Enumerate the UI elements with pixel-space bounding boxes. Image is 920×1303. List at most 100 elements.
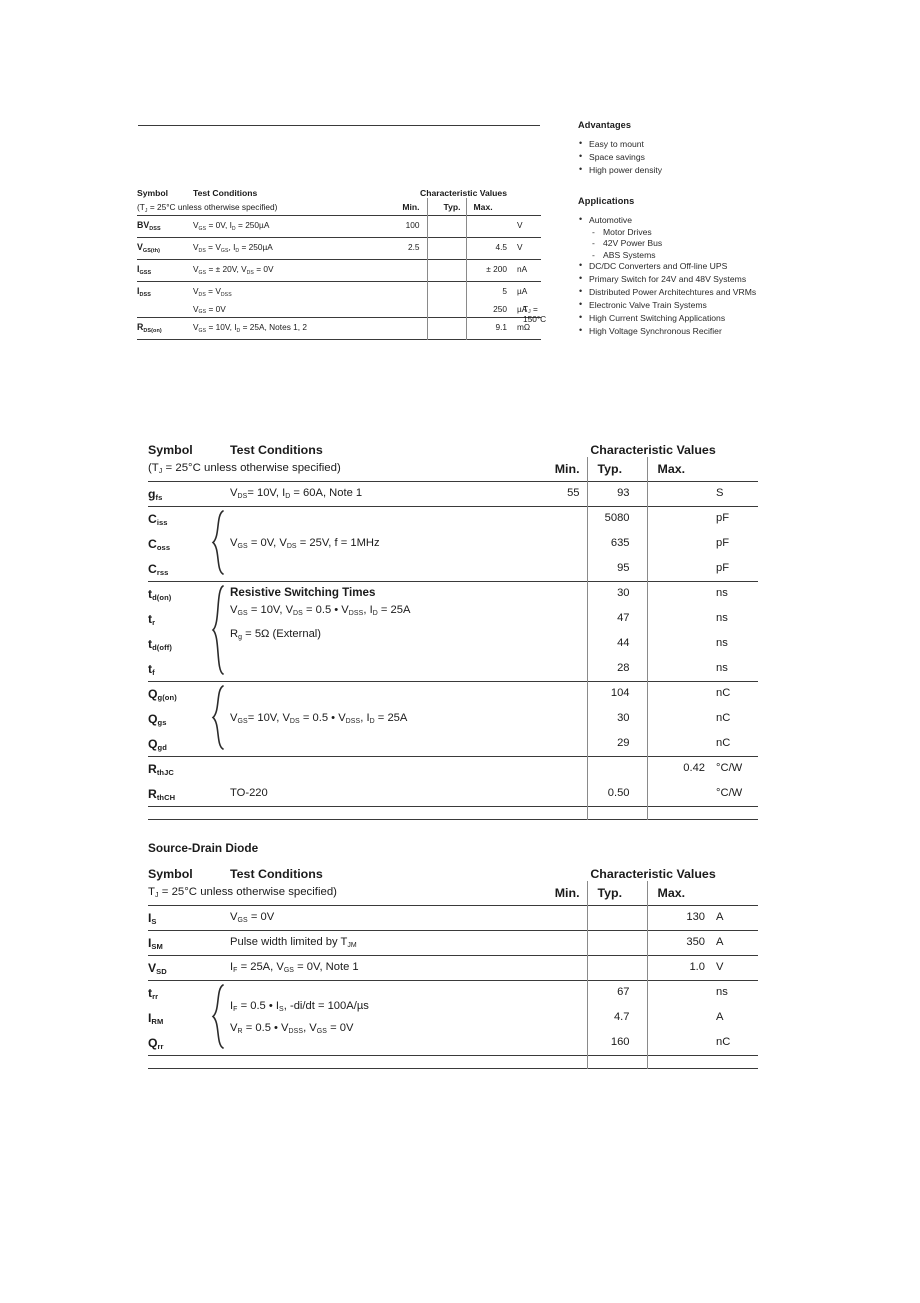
row-unit: pF <box>716 536 730 549</box>
row-min-cont <box>386 304 427 318</box>
application-label: Distributed Power Architechtures and VRM… <box>589 287 757 298</box>
row-min <box>542 557 587 582</box>
header-typ: Typ. <box>586 457 648 482</box>
row-conditions-cont: VGS = 0V TJ = 150°C <box>193 303 547 324</box>
row-typ: 47 <box>586 606 648 632</box>
row-conditions: VGS = 10V, ID = 25A, Notes 1, 2 <box>193 317 386 340</box>
table-row: gfs VDS= 10V, ID = 60A, Note 1 55 93 S <box>148 481 759 507</box>
row-min <box>386 281 427 304</box>
table-row: IDSS VDS = VDSS 5 µA <box>137 281 542 304</box>
header-min: Min. <box>402 202 420 212</box>
table-row: Ciss VGS = 0V, VDS = 25V, f = 1MHz 5080 pF <box>148 506 759 582</box>
row-brace-empty <box>206 955 231 981</box>
row-brace-empty <box>206 905 231 931</box>
row-max-cont: 250 <box>465 303 514 318</box>
advantage-label: Easy to mount <box>589 139 644 149</box>
row-unit: °C/W <box>716 786 743 799</box>
grouping-brace-icon <box>210 983 226 1050</box>
row-typ <box>586 930 648 956</box>
row-min <box>386 317 427 340</box>
table-row: trr IF = 0.5 • IS, -di/dt = 100A/µs VR = 0… <box>148 980 759 1056</box>
row-symbol: IS <box>148 905 206 931</box>
header-max: Max. <box>465 198 514 216</box>
row-symbol: ISM <box>148 930 206 956</box>
row-max <box>646 631 711 657</box>
row-symbol: Ciss <box>148 506 206 532</box>
row-min: 55 <box>542 481 588 507</box>
header-unit-spacer <box>514 198 541 216</box>
row-symbol: gfs <box>148 481 206 507</box>
row-min <box>542 1031 587 1056</box>
diode-table: Symbol Test Conditions Characteristic Valu… <box>148 862 759 1069</box>
row-symbol: td(on) <box>148 581 206 607</box>
row-max <box>465 215 514 238</box>
row-typ <box>586 905 648 931</box>
row-unit: S <box>710 481 759 507</box>
small-table: Symbol Test Conditions Characteristic Valu… <box>137 184 547 340</box>
row-condition-line: Pulse width limited by TJM <box>230 936 357 950</box>
row-symbol: IDSS <box>137 281 193 304</box>
row-typ: 635 <box>586 531 648 557</box>
row-unit: µA <box>514 281 542 304</box>
row-min <box>542 905 588 931</box>
advantage-item: • High power density <box>578 164 808 176</box>
row-max <box>646 681 711 707</box>
row-min <box>542 732 587 757</box>
row-brace-empty <box>206 930 231 956</box>
row-symbol: RthJC <box>148 756 206 782</box>
row-min <box>542 1006 587 1031</box>
header-max: Max. <box>646 881 711 906</box>
row-condition-line: Rg = 5Ω (External) <box>230 628 322 642</box>
row-symbol: Coss <box>148 536 171 552</box>
table-row: td(on) Resistive Switching Times VGS = 10V… <box>148 581 759 682</box>
header-unit-spacer <box>710 881 758 906</box>
row-condition-line: IF = 0.5 • IS, -di/dt = 100A/µs <box>230 1000 369 1014</box>
header-min: Min. <box>554 462 580 476</box>
header-temp-note: TJ = 25°C unless otherwise specified) <box>148 886 337 900</box>
row-section-title: Resistive Switching Times <box>230 586 376 599</box>
row-symbol: td(off) <box>148 636 172 652</box>
advantage-item: • Easy to mount <box>578 138 808 150</box>
row-conditions: IF = 25A, VGS = 0V, Note 1 <box>230 955 543 981</box>
table-subheader-row: (TJ = 25°C unless otherwise specified) Mi… <box>137 198 541 216</box>
row-condition-line: VGS = 0V <box>230 911 275 925</box>
advantages-list: • Easy to mount • Space savings • High power … <box>578 138 808 176</box>
row-conditions: Resistive Switching Times VGS = 10V, VDS … <box>230 581 543 682</box>
bullet-icon: • <box>579 260 583 271</box>
row-unit: A <box>710 905 759 931</box>
row-symbol: Qrr <box>148 1035 164 1051</box>
header-symbol: Symbol <box>148 867 193 881</box>
row-unit: ns <box>716 661 728 674</box>
row-max <box>646 706 711 732</box>
table-row-continued: VGS = 0V TJ = 150°C 250 µA <box>137 303 547 324</box>
row-unit: nA <box>514 259 542 282</box>
application-sublabel: ABS Systems <box>603 249 656 260</box>
row-typ: 28 <box>586 656 648 682</box>
application-label: DC/DC Converters and Off-line UPS <box>589 261 728 272</box>
header-characteristic-values: Characteristic Values <box>590 443 716 457</box>
advantage-label: High power density <box>589 164 663 175</box>
row-unit: pF <box>710 506 759 532</box>
header-max: Max. <box>646 457 711 482</box>
application-item: • Distributed Power Architechtures and VR… <box>578 286 808 298</box>
table-subheader-row: TJ = 25°C unless otherwise specified) Min… <box>148 881 758 906</box>
header-test-conditions: Test Conditions <box>193 188 258 198</box>
header-min: Min. <box>554 886 580 900</box>
row-unit: nC <box>710 681 759 707</box>
row-conditions: VGS = 0V <box>230 905 543 931</box>
header-test-conditions: Test Conditions <box>230 867 323 881</box>
application-label: High Current Switching Applications <box>589 313 726 324</box>
dash-icon: - <box>592 249 595 260</box>
dash-icon: - <box>592 226 595 237</box>
row-conditions: VGS = ± 20V, VDS = 0V <box>193 259 386 282</box>
header-symbol: Symbol <box>148 443 193 457</box>
row-max: 1.0 <box>646 955 711 981</box>
electrical-characteristics-table-small: Symbol Test Conditions Characteristic Valu… <box>137 184 547 340</box>
row-condition-line: VGS= 10V, VDS = 0.5 • VDSS, ID = 25A <box>230 712 408 726</box>
application-item: • Electronic Valve Train Systems <box>578 299 808 311</box>
row-max: 0.42 <box>646 756 711 782</box>
row-conditions: TO-220 <box>230 786 268 799</box>
row-typ: 5080 <box>586 506 648 532</box>
table-header-row: Symbol Test Conditions Characteristic Valu… <box>148 438 758 457</box>
grouping-brace-icon <box>210 584 226 676</box>
